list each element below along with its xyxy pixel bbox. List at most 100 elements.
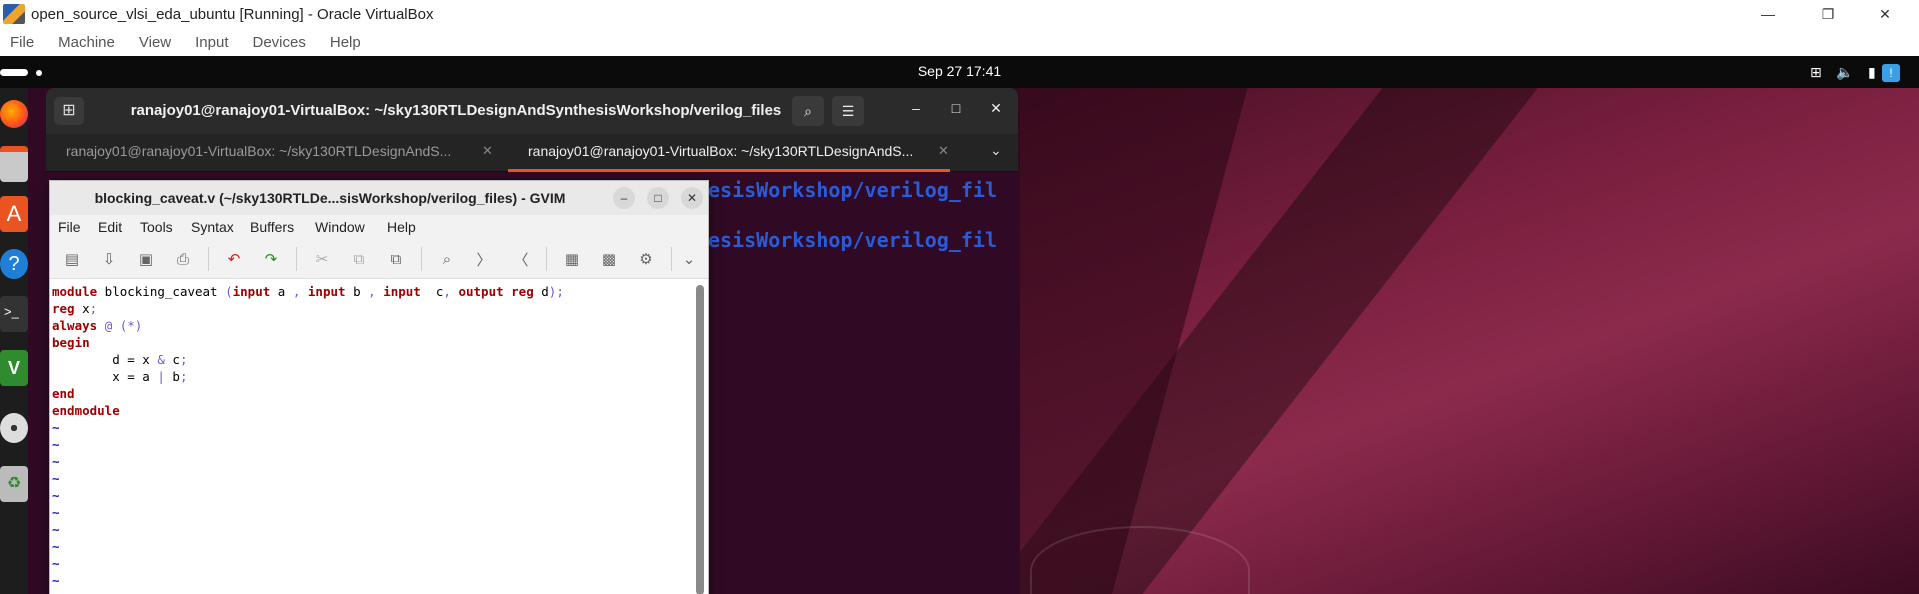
gvim-menu-file[interactable]: File — [58, 219, 81, 235]
minimize-button[interactable]: — — [1745, 0, 1791, 28]
run-script-icon[interactable]: ⚙ — [634, 247, 658, 271]
code-token: d — [533, 284, 549, 299]
notification-icon[interactable]: ! — [1882, 64, 1900, 82]
undo-icon[interactable]: ↶ — [222, 247, 246, 271]
code-token: blocking_caveat — [97, 284, 226, 299]
code-token: begin — [52, 335, 90, 350]
more-icon[interactable]: ⌄ — [677, 247, 701, 271]
code-token: ); — [548, 284, 564, 299]
code-line: always @ (*) — [52, 317, 690, 334]
terminal-minimize-button[interactable]: – — [904, 100, 928, 116]
load-session-icon[interactable]: ▦ — [560, 247, 584, 271]
terminal-search-button[interactable]: ⌕ — [792, 96, 824, 126]
gvim-menu-help[interactable]: Help — [387, 219, 416, 235]
gvim-titlebar: blocking_caveat.v (~/sky130RTLDe...sisWo… — [50, 181, 708, 215]
gvim-editor-buffer[interactable]: module blocking_caveat (input a , input … — [50, 279, 690, 594]
save-icon[interactable]: ▣ — [134, 247, 158, 271]
cut-icon[interactable]: ✂ — [310, 247, 334, 271]
close-button[interactable]: ✕ — [1862, 0, 1908, 28]
save-session-icon[interactable]: ▩ — [597, 247, 621, 271]
dock-trash[interactable]: ♻ — [0, 464, 28, 504]
code-token: | — [157, 369, 165, 384]
gvim-title: blocking_caveat.v (~/sky130RTLDe...sisWo… — [94, 190, 566, 206]
code-token: c — [420, 284, 444, 299]
gvim-minimize-button[interactable]: – — [613, 187, 635, 209]
save-down-icon[interactable]: ⇩ — [97, 247, 121, 271]
terminal-close-button[interactable]: ✕ — [984, 100, 1008, 117]
network-icon[interactable]: ⊞ — [1810, 64, 1822, 81]
terminal-menu-button[interactable]: ☰ — [832, 96, 864, 126]
menu-file[interactable]: File — [10, 34, 34, 51]
code-token: d = x — [52, 352, 158, 367]
clock[interactable]: Sep 27 17:41 — [0, 63, 1919, 79]
gvim-scrollbar[interactable] — [696, 285, 704, 594]
help-icon: ? — [0, 249, 28, 279]
code-line: end — [52, 385, 690, 402]
paste-icon[interactable]: ⧉ — [384, 247, 408, 271]
code-token: reg — [511, 284, 534, 299]
gvim-menu-window[interactable]: Window — [315, 219, 365, 235]
empty-line-tilde: ~ — [52, 505, 60, 520]
dock-firefox[interactable] — [0, 94, 28, 134]
dock-help[interactable]: ? — [0, 244, 28, 284]
gvim-menu-tools[interactable]: Tools — [140, 219, 173, 235]
menu-help[interactable]: Help — [330, 34, 361, 51]
terminal-title: ranajoy01@ranajoy01-VirtualBox: ~/sky130… — [130, 102, 782, 119]
gvim-close-button[interactable]: ✕ — [681, 187, 703, 209]
code-line: begin — [52, 334, 690, 351]
copy-icon[interactable]: ⧉ — [347, 247, 371, 271]
menu-view[interactable]: View — [139, 34, 171, 51]
toolbar-separator — [296, 247, 297, 271]
dock-gvim[interactable]: V — [0, 348, 28, 388]
dock-files[interactable] — [0, 144, 28, 184]
volume-icon[interactable]: 🔈 — [1836, 64, 1853, 81]
menu-input[interactable]: Input — [195, 34, 228, 51]
gvim-menu-syntax[interactable]: Syntax — [191, 219, 234, 235]
find-prev-icon[interactable]: 〈 — [509, 247, 533, 271]
toolbar-separator — [421, 247, 422, 271]
gvim-maximize-button[interactable]: □ — [647, 187, 669, 209]
terminal-tab-bar: ranajoy01@ranajoy01-VirtualBox: ~/sky130… — [46, 134, 1018, 172]
battery-icon[interactable]: ▮ — [1868, 64, 1876, 81]
empty-line-tilde: ~ — [52, 454, 60, 469]
terminal-headerbar: ⊞ ranajoy01@ranajoy01-VirtualBox: ~/sky1… — [46, 88, 1018, 134]
terminal-maximize-button[interactable]: □ — [944, 100, 968, 116]
gvim-menu-buffers[interactable]: Buffers — [250, 219, 294, 235]
find-replace-icon[interactable]: ⌕ — [435, 247, 459, 271]
code-line: x = a | b; — [52, 368, 690, 385]
code-token: b — [345, 284, 369, 299]
terminal-tab-2[interactable]: ranajoy01@ranajoy01-VirtualBox: ~/sky130… — [508, 134, 950, 172]
code-token: & — [157, 352, 165, 367]
active-tab-indicator — [508, 169, 950, 172]
dock: A ? >_ V ♻ — [0, 88, 28, 594]
open-icon[interactable]: ▤ — [60, 247, 84, 271]
find-next-icon[interactable]: 〉 — [472, 247, 496, 271]
dock-disc[interactable] — [0, 408, 28, 448]
terminal-tab-1[interactable]: ranajoy01@ranajoy01-VirtualBox: ~/sky130… — [46, 134, 493, 172]
empty-line-tilde: ~ — [52, 573, 60, 588]
menu-devices[interactable]: Devices — [253, 34, 306, 51]
code-token: reg — [52, 301, 75, 316]
code-token: c — [164, 352, 180, 367]
code-token: x = a — [52, 369, 158, 384]
dock-app-center[interactable]: A — [0, 194, 28, 234]
dock-terminal[interactable]: >_ — [0, 294, 28, 334]
toolbar-separator — [671, 247, 672, 271]
print-icon[interactable]: ⎙ — [171, 247, 195, 271]
gvim-menu-edit[interactable]: Edit — [98, 219, 122, 235]
ubuntu-top-bar: Sep 27 17:41 ⊞ 🔈 ▮ ! — [0, 56, 1919, 88]
restore-button[interactable]: ❐ — [1805, 0, 1851, 28]
tab-close-icon[interactable]: ✕ — [938, 134, 949, 168]
redo-icon[interactable]: ↷ — [259, 247, 283, 271]
code-token: always — [52, 318, 98, 333]
toolbar-separator — [546, 247, 547, 271]
tab-overflow-chevron-icon[interactable]: ⌄ — [990, 142, 1002, 159]
code-token: ; — [89, 301, 98, 316]
virtualbox-menubar: File Machine View Input Devices Help — [0, 28, 1919, 56]
empty-line-tilde: ~ — [52, 471, 60, 486]
tab-close-icon[interactable]: ✕ — [482, 134, 493, 168]
menu-machine[interactable]: Machine — [58, 34, 115, 51]
code-token: end — [52, 386, 75, 401]
code-line: endmodule — [52, 402, 690, 419]
